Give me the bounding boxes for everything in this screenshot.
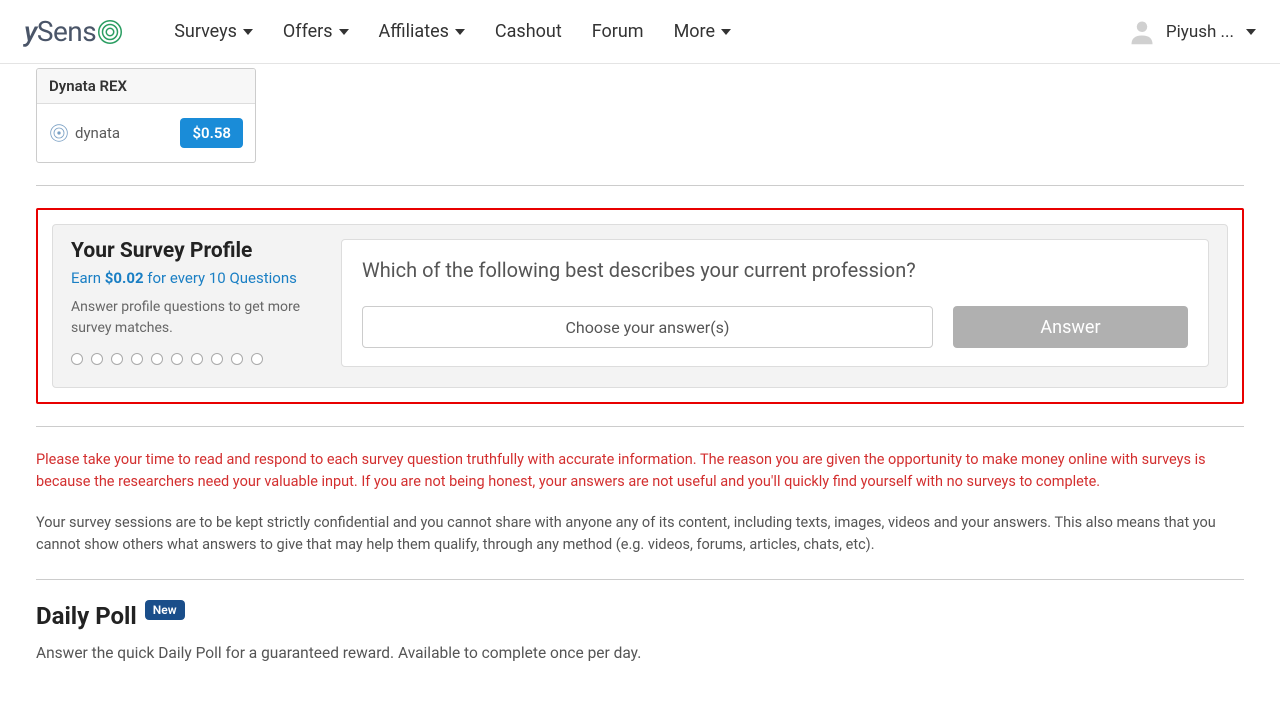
nav-cashout[interactable]: Cashout (495, 21, 562, 42)
survey-card[interactable]: Dynata REX dynata $0.58 (36, 68, 256, 163)
logo-swirl-icon (94, 16, 126, 48)
progress-dot (231, 353, 243, 365)
profile-hint: Answer profile questions to get more sur… (71, 297, 341, 339)
nav-forum[interactable]: Forum (592, 21, 644, 42)
progress-dot (91, 353, 103, 365)
new-badge: New (145, 600, 185, 620)
caret-down-icon (339, 29, 349, 35)
user-menu[interactable]: Piyush ... (1128, 18, 1256, 46)
content: Dynata REX dynata $0.58 Your Survey Prof… (0, 68, 1280, 662)
divider (36, 426, 1244, 427)
survey-profile-highlight: Your Survey Profile Earn $0.02 for every… (36, 208, 1244, 404)
progress-dot (191, 353, 203, 365)
progress-dot (211, 353, 223, 365)
dynata-brand-text: dynata (75, 124, 120, 142)
logo-text-sense: Sens (37, 15, 96, 48)
profile-question: Which of the following best describes yo… (362, 258, 1188, 282)
caret-down-icon (243, 29, 253, 35)
nav-more[interactable]: More (674, 21, 731, 42)
profile-earn-prefix: Earn (71, 269, 105, 287)
profile-title: Your Survey Profile (71, 239, 341, 263)
nav-cashout-label: Cashout (495, 21, 562, 42)
caret-down-icon (1246, 29, 1256, 35)
progress-dots (71, 353, 341, 365)
progress-dot (71, 353, 83, 365)
answer-select-placeholder: Choose your answer(s) (565, 318, 729, 337)
daily-poll-title: Daily Poll (36, 602, 137, 630)
profile-earn-text: Earn $0.02 for every 10 Questions (71, 269, 341, 287)
survey-profile-panel: Your Survey Profile Earn $0.02 for every… (52, 224, 1228, 388)
progress-dot (131, 353, 143, 365)
divider (36, 579, 1244, 580)
survey-price-button[interactable]: $0.58 (180, 118, 243, 148)
progress-dot (251, 353, 263, 365)
dynata-logo: dynata (49, 123, 120, 143)
answer-select[interactable]: Choose your answer(s) (362, 306, 933, 348)
daily-poll-header: Daily Poll New (36, 602, 1244, 630)
profile-left: Your Survey Profile Earn $0.02 for every… (71, 239, 341, 367)
nav-more-label: More (674, 21, 715, 42)
nav-forum-label: Forum (592, 21, 644, 42)
nav-offers-label: Offers (283, 21, 333, 42)
caret-down-icon (455, 29, 465, 35)
navbar: ySens Surveys Offers Affiliates (0, 0, 1280, 64)
warning-text: Please take your time to read and respon… (36, 449, 1244, 494)
survey-card-body: dynata $0.58 (37, 104, 255, 162)
logo[interactable]: ySens (24, 15, 126, 48)
nav-affiliates-label: Affiliates (379, 21, 449, 42)
survey-card-title: Dynata REX (37, 69, 255, 104)
logo-text-y: y (24, 15, 37, 48)
profile-question-panel: Which of the following best describes yo… (341, 239, 1209, 367)
progress-dot (171, 353, 183, 365)
nav-offers[interactable]: Offers (283, 21, 349, 42)
caret-down-icon (721, 29, 731, 35)
navbar-left: ySens Surveys Offers Affiliates (24, 15, 731, 48)
nav-affiliates[interactable]: Affiliates (379, 21, 465, 42)
progress-dot (151, 353, 163, 365)
username: Piyush ... (1166, 22, 1234, 42)
nav-surveys[interactable]: Surveys (174, 21, 253, 42)
daily-poll-subtitle: Answer the quick Daily Poll for a guaran… (36, 644, 1244, 662)
nav-links: Surveys Offers Affiliates Cashout Forum … (174, 21, 731, 42)
info-text: Your survey sessions are to be kept stri… (36, 512, 1244, 557)
progress-dot (111, 353, 123, 365)
profile-earn-amount: $0.02 (105, 269, 144, 287)
profile-earn-suffix: for every 10 Questions (144, 269, 297, 287)
avatar-icon (1128, 18, 1156, 46)
dynata-swirl-icon (49, 123, 69, 143)
answer-row: Choose your answer(s) Answer (362, 306, 1188, 348)
divider (36, 185, 1244, 186)
answer-button[interactable]: Answer (953, 306, 1188, 348)
nav-surveys-label: Surveys (174, 21, 237, 42)
